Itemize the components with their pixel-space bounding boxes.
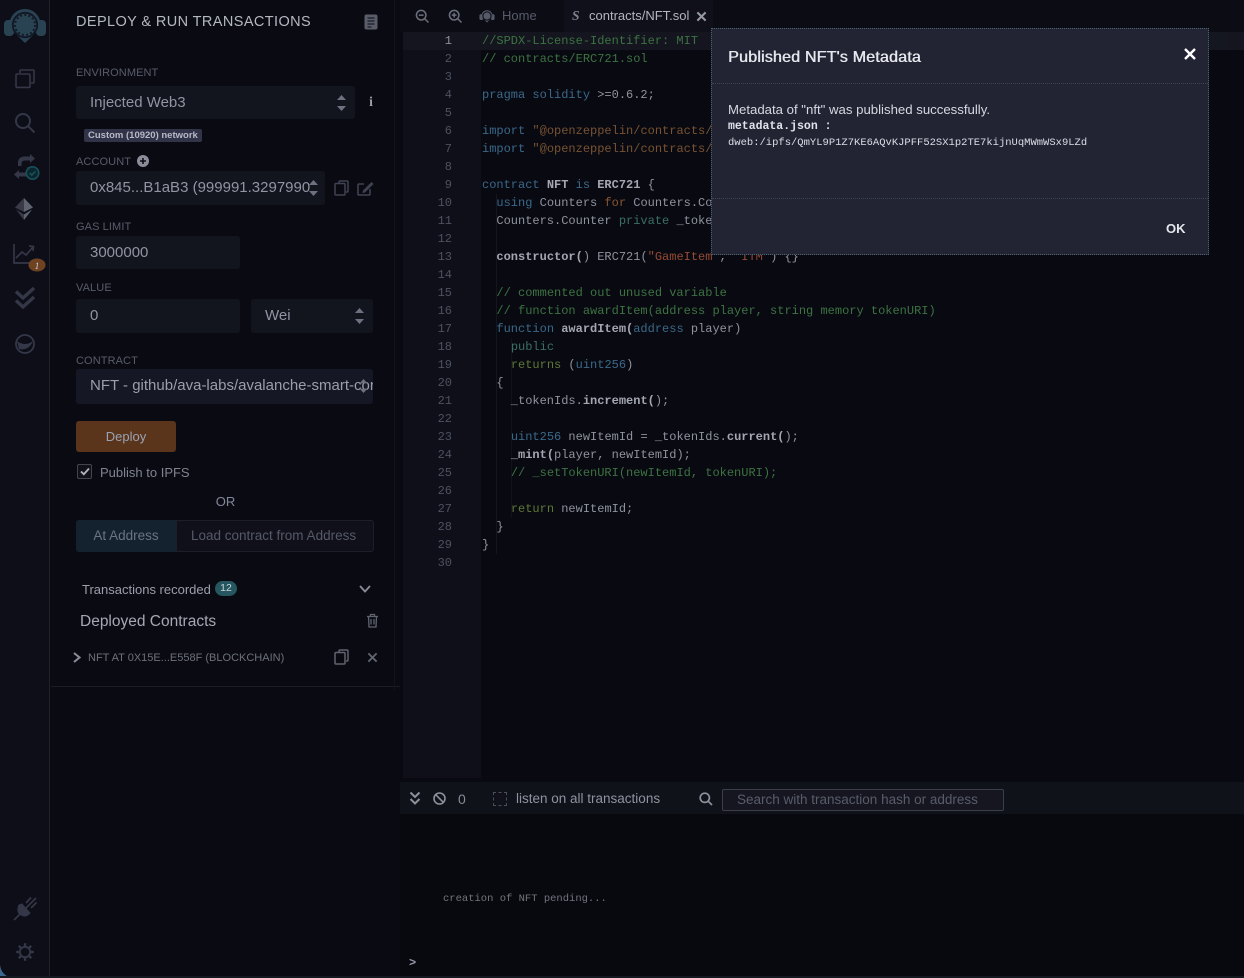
svg-text:1: 1 (35, 261, 40, 271)
